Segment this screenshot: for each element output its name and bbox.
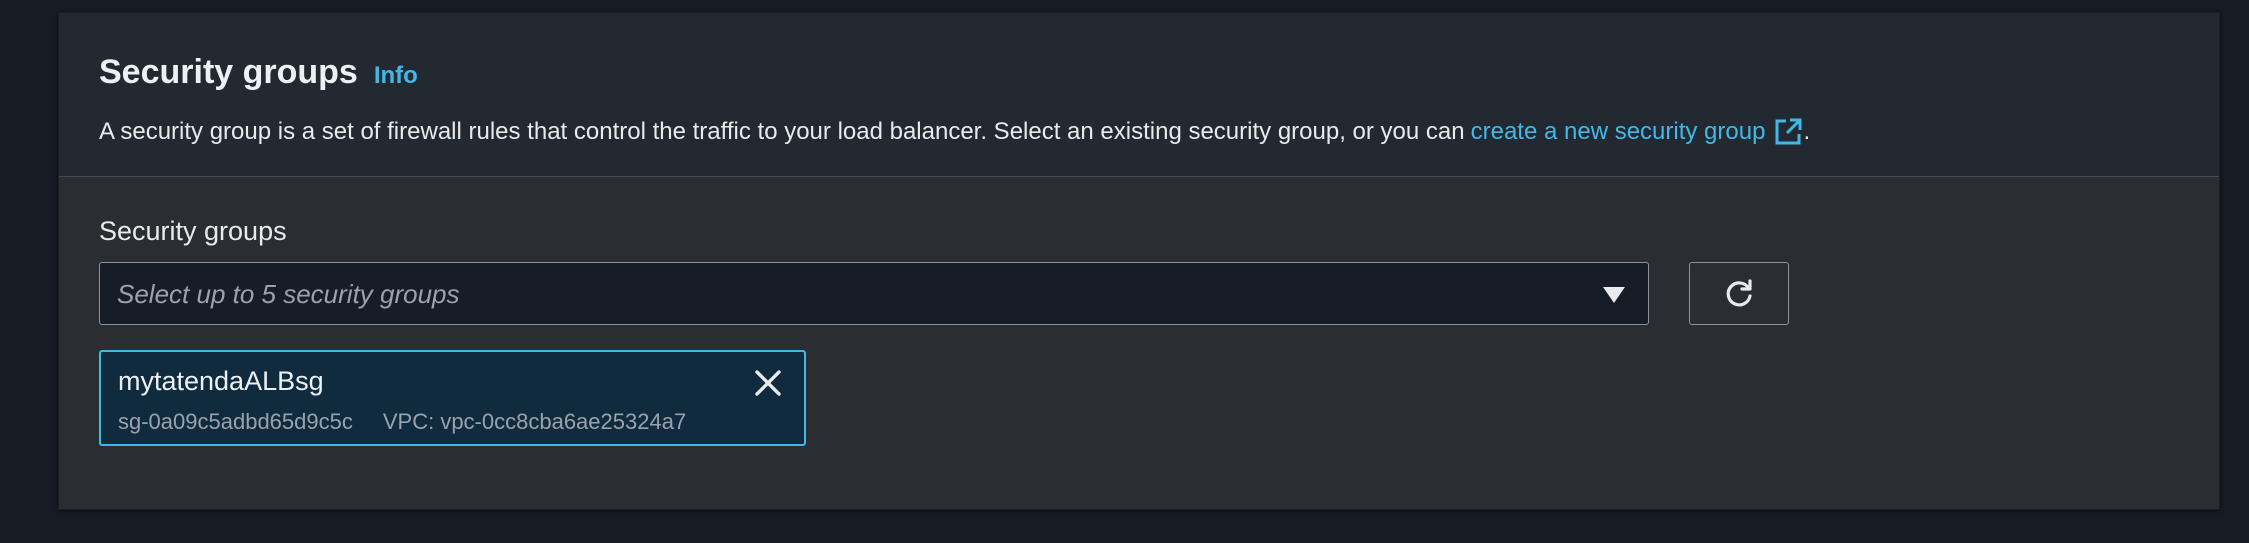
title-row: Security groups Info bbox=[99, 53, 418, 92]
refresh-icon bbox=[1726, 278, 1752, 306]
description-suffix: . bbox=[1803, 118, 1811, 145]
page-background: Security groups Info A security group is… bbox=[0, 0, 2249, 543]
security-group-details: sg-0a09c5adbd65d9c5c VPC: vpc-0cc8cba6ae2… bbox=[118, 409, 686, 435]
selected-security-group-token: mytatendaALBsg sg-0a09c5adbd65d9c5c VPC: … bbox=[99, 350, 806, 446]
security-group-name: mytatendaALBsg bbox=[118, 366, 324, 396]
caret-down-icon bbox=[1603, 287, 1625, 303]
info-link[interactable]: Info bbox=[374, 62, 418, 90]
security-groups-panel: Security groups Info A security group is… bbox=[58, 12, 2220, 510]
security-group-vpc: VPC: vpc-0cc8cba6ae25324a7 bbox=[382, 409, 687, 434]
section-description: A security group is a set of firewall ru… bbox=[99, 117, 1810, 147]
security-groups-select[interactable]: Select up to 5 security groups bbox=[99, 262, 1649, 325]
security-groups-field-label: Security groups bbox=[99, 216, 287, 246]
select-placeholder: Select up to 5 security groups bbox=[117, 279, 460, 309]
security-group-id: sg-0a09c5adbd65d9c5c bbox=[118, 409, 353, 434]
panel-header: Security groups Info A security group is… bbox=[59, 13, 2219, 177]
external-link-icon bbox=[1775, 118, 1802, 145]
create-security-group-link[interactable]: create a new security group bbox=[1471, 117, 1804, 147]
create-security-group-link-label: create a new security group bbox=[1470, 118, 1766, 145]
section-title: Security groups bbox=[99, 53, 358, 91]
description-text: A security group is a set of firewall ru… bbox=[99, 118, 1465, 145]
close-icon[interactable] bbox=[750, 365, 786, 401]
refresh-button[interactable] bbox=[1689, 262, 1789, 325]
